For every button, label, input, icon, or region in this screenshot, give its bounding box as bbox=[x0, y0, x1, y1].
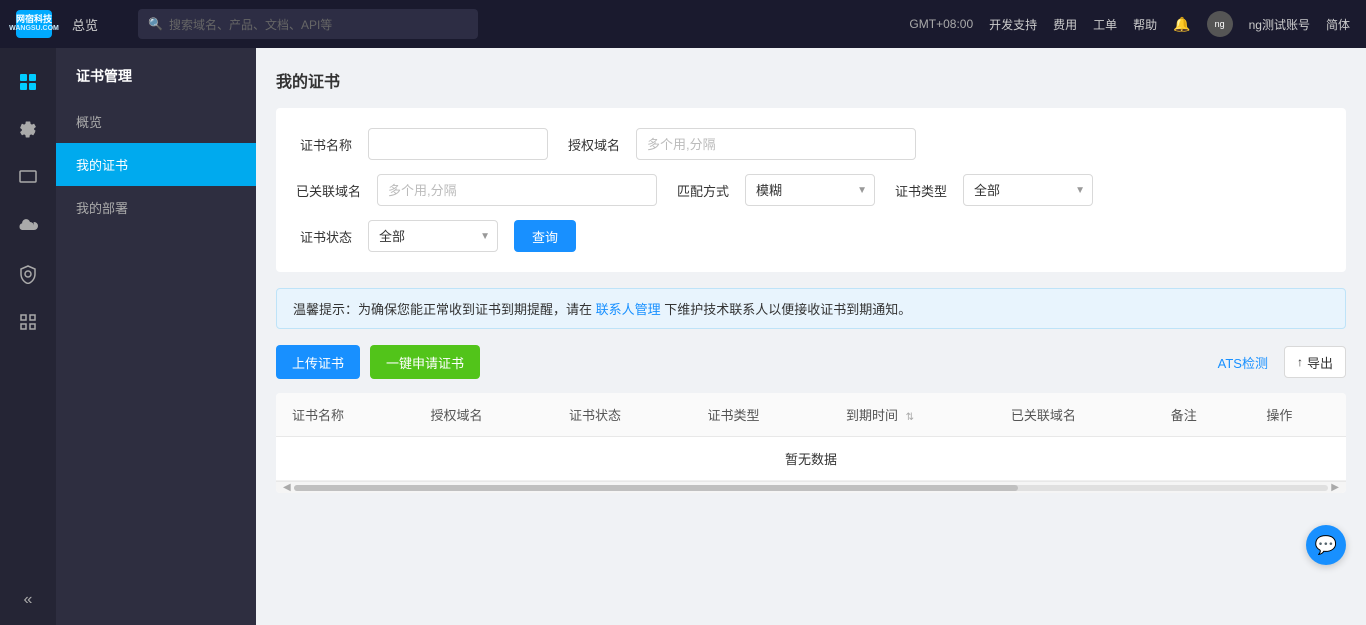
search-placeholder-text: 搜索域名、产品、文档、API等 bbox=[169, 16, 332, 33]
table-wrap: 证书名称 授权域名 证书状态 证书类型 到期时间 ⇅ 已关联域名 备注 操作 bbox=[276, 393, 1346, 493]
sidebar-item-cloud[interactable] bbox=[0, 202, 56, 250]
col-action: 操作 bbox=[1250, 393, 1346, 437]
main-layout: « 证书管理 概览 我的证书 我的部署 我的证书 证书名称 授权域名 已关联域名… bbox=[0, 48, 1366, 625]
upload-cert-button[interactable]: 上传证书 bbox=[276, 345, 360, 379]
cert-type-label: 证书类型 bbox=[891, 181, 947, 200]
cert-status-select[interactable]: 全部 正常 已过期 即将过期 bbox=[368, 220, 498, 252]
col-auth-domain: 授权域名 bbox=[414, 393, 552, 437]
alert-prefix-text: 温馨提示：为确保您能正常收到证书到期提醒，请在 bbox=[293, 302, 592, 317]
filter-row-2: 已关联域名 匹配方式 模糊 精确 ▼ 证书类型 全部 DV OV bbox=[296, 174, 1326, 206]
cert-status-label: 证书状态 bbox=[296, 227, 352, 246]
language-switcher[interactable]: 简体 bbox=[1326, 16, 1350, 33]
sidebar-item-grid[interactable] bbox=[0, 298, 56, 346]
auth-domain-label: 授权域名 bbox=[564, 135, 620, 154]
col-expiry[interactable]: 到期时间 ⇅ bbox=[830, 393, 995, 437]
help-link[interactable]: 帮助 bbox=[1133, 16, 1157, 33]
secondary-sidebar: 证书管理 概览 我的证书 我的部署 bbox=[56, 48, 256, 625]
table-header-row: 证书名称 授权域名 证书状态 证书类型 到期时间 ⇅ 已关联域名 备注 操作 bbox=[276, 393, 1346, 437]
page-title: 我的证书 bbox=[276, 68, 1346, 92]
col-cert-status: 证书状态 bbox=[553, 393, 691, 437]
overview-menu[interactable]: 总览 bbox=[72, 15, 98, 34]
col-linked-domain: 已关联域名 bbox=[995, 393, 1155, 437]
search-icon: 🔍 bbox=[148, 17, 163, 31]
logo-icon: 网宿科技 WANGSU.COM bbox=[16, 10, 52, 38]
match-select[interactable]: 模糊 精确 bbox=[745, 174, 875, 206]
col-cert-type: 证书类型 bbox=[691, 393, 829, 437]
topnav-right: GMT+08:00 开发支持 费用 工单 帮助 🔔 ng ng测试账号 简体 bbox=[909, 11, 1350, 37]
action-row: 上传证书 一键申请证书 ATS检测 ↑ 导出 bbox=[276, 345, 1346, 379]
action-right: ATS检测 ↑ 导出 bbox=[1218, 346, 1346, 378]
export-icon: ↑ bbox=[1297, 355, 1303, 369]
secondary-sidebar-title: 证书管理 bbox=[56, 48, 256, 100]
cert-table: 证书名称 授权域名 证书状态 证书类型 到期时间 ⇅ 已关联域名 备注 操作 bbox=[276, 393, 1346, 481]
sidebar-item-my-deploy[interactable]: 我的部署 bbox=[56, 186, 256, 229]
cert-name-input[interactable] bbox=[368, 128, 548, 160]
auth-domain-input[interactable] bbox=[636, 128, 916, 160]
sidebar-item-monitor[interactable] bbox=[0, 154, 56, 202]
query-button[interactable]: 查询 bbox=[514, 220, 576, 252]
scrollbar-track bbox=[294, 485, 1329, 491]
cert-type-select-wrap: 全部 DV OV EV ▼ bbox=[963, 174, 1093, 206]
col-note: 备注 bbox=[1155, 393, 1251, 437]
match-select-wrap: 模糊 精确 ▼ bbox=[745, 174, 875, 206]
sidebar-collapse-btn[interactable]: « bbox=[24, 591, 33, 609]
sidebar-item-security[interactable] bbox=[0, 250, 56, 298]
linked-domain-label: 已关联域名 bbox=[296, 181, 361, 200]
col-cert-name: 证书名称 bbox=[276, 393, 414, 437]
logo: 网宿科技 WANGSU.COM bbox=[16, 10, 52, 38]
avatar[interactable]: ng bbox=[1207, 11, 1233, 37]
alert-suffix-text: 下维护技术联系人以便接收证书到期通知。 bbox=[664, 302, 911, 317]
alert-link[interactable]: 联系人管理 bbox=[596, 302, 661, 317]
sidebar-item-my-certs[interactable]: 我的证书 bbox=[56, 143, 256, 186]
tools-link[interactable]: 工单 bbox=[1093, 16, 1117, 33]
cert-type-select[interactable]: 全部 DV OV EV bbox=[963, 174, 1093, 206]
sidebar-item-settings[interactable] bbox=[0, 106, 56, 154]
cost-link[interactable]: 费用 bbox=[1053, 16, 1077, 33]
filter-row-3: 证书状态 全部 正常 已过期 即将过期 ▼ 查询 bbox=[296, 220, 1326, 252]
alert-box: 温馨提示：为确保您能正常收到证书到期提醒，请在 联系人管理 下维护技术联系人以便… bbox=[276, 288, 1346, 329]
main-content: 我的证书 证书名称 授权域名 已关联域名 匹配方式 模糊 精确 bbox=[256, 48, 1366, 625]
match-label: 匹配方式 bbox=[673, 181, 729, 200]
global-search[interactable]: 🔍 搜索域名、产品、文档、API等 bbox=[138, 9, 478, 39]
sidebar-item-apps[interactable] bbox=[0, 58, 56, 106]
timezone: GMT+08:00 bbox=[909, 17, 973, 31]
filter-row-1: 证书名称 授权域名 bbox=[296, 128, 1326, 160]
username[interactable]: ng测试账号 bbox=[1249, 16, 1310, 33]
chat-icon: 💬 bbox=[1315, 535, 1337, 556]
top-navigation: 网宿科技 WANGSU.COM 总览 🔍 搜索域名、产品、文档、API等 GMT… bbox=[0, 0, 1366, 48]
horizontal-scrollbar[interactable]: ◀ ▶ bbox=[276, 481, 1346, 493]
empty-data-text: 暂无数据 bbox=[276, 437, 1346, 481]
scroll-right-icon[interactable]: ▶ bbox=[1328, 482, 1342, 493]
table-empty-row: 暂无数据 bbox=[276, 437, 1346, 481]
filter-card: 证书名称 授权域名 已关联域名 匹配方式 模糊 精确 ▼ 证书类型 bbox=[276, 108, 1346, 272]
scrollbar-thumb bbox=[294, 485, 1018, 491]
apply-cert-button[interactable]: 一键申请证书 bbox=[370, 345, 480, 379]
notification-bell-icon[interactable]: 🔔 bbox=[1173, 16, 1190, 33]
ats-check-link[interactable]: ATS检测 bbox=[1218, 353, 1268, 372]
scroll-left-icon[interactable]: ◀ bbox=[280, 482, 294, 493]
dev-support-link[interactable]: 开发支持 bbox=[989, 16, 1037, 33]
linked-domain-input[interactable] bbox=[377, 174, 657, 206]
cert-status-select-wrap: 全部 正常 已过期 即将过期 ▼ bbox=[368, 220, 498, 252]
export-button[interactable]: ↑ 导出 bbox=[1284, 346, 1346, 378]
sort-icon: ⇅ bbox=[906, 412, 914, 423]
chat-button[interactable]: 💬 bbox=[1306, 525, 1346, 565]
sidebar-item-overview[interactable]: 概览 bbox=[56, 100, 256, 143]
cert-name-label: 证书名称 bbox=[296, 135, 352, 154]
icon-sidebar: « bbox=[0, 48, 56, 625]
